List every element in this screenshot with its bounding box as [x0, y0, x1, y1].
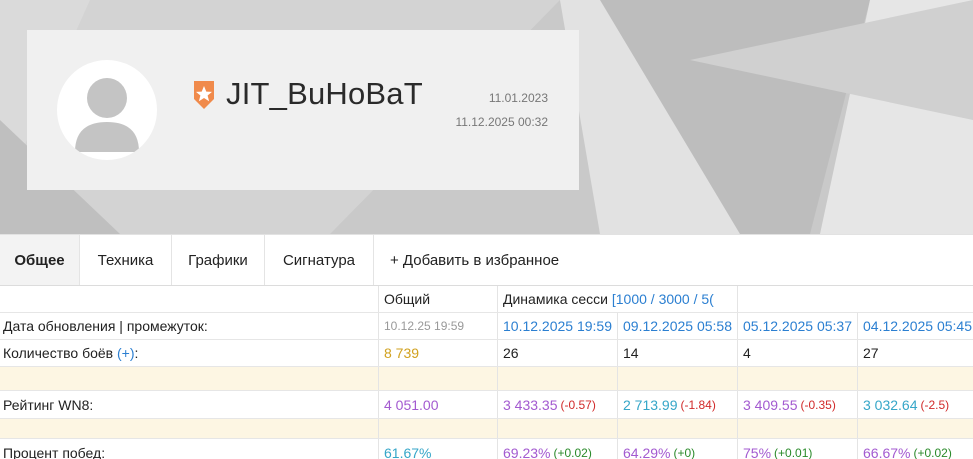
player-nickname: JIT_BuHoBaT [226, 76, 423, 111]
winrate-delta: (+0.02) [553, 445, 592, 459]
profile-banner: JIT_BuHoBaT 11.01.2023 11.12.2025 00:32 [0, 0, 973, 234]
wn8-delta: (-2.5) [920, 397, 950, 412]
winrate-value: 75% [743, 444, 772, 459]
profile-card: JIT_BuHoBaT 11.01.2023 11.12.2025 00:32 [27, 30, 579, 190]
spacer-cell [858, 367, 973, 390]
table-row-battles: Количество боёв (+): 8 739 26 14 4 27 [0, 340, 973, 367]
header-dynamics-label: Динамика сесси [503, 291, 608, 307]
wn8-value: 3 032.64 [863, 396, 918, 413]
table-spacer-row [0, 367, 973, 391]
wn8-value: 3 433.35 [503, 396, 558, 413]
table-spacer-row [0, 419, 973, 439]
wn8-delta: (-1.84) [680, 397, 716, 412]
wn8-delta: (-0.35) [800, 397, 836, 412]
session-battles: 26 [498, 340, 618, 366]
spacer-cell [0, 367, 379, 390]
session-battles: 14 [618, 340, 738, 366]
winrate-delta: (+0) [673, 445, 696, 459]
winrate-value: 69.23% [503, 444, 551, 459]
session-battles: 27 [863, 345, 879, 361]
session-wn8: 3 032.64 (-2.5) [858, 391, 973, 418]
session-wn8: 2 713.99 (-1.84) [618, 391, 738, 418]
wn8-delta: (-0.57) [560, 397, 596, 412]
session-winrate: 69.23% (+0.02) [498, 439, 618, 459]
spacer-cell [498, 367, 618, 390]
wn8-value: 3 409.55 [743, 396, 798, 413]
row-label: Количество боёв (+): [0, 340, 379, 366]
battles-label: Количество боёв [3, 345, 114, 361]
winrate-delta: (+0.02) [913, 445, 952, 459]
session-update-date[interactable]: 05.12.2025 05:37 [738, 313, 858, 339]
table-row-update: Дата обновления | промежуток: 10.12.25 1… [0, 313, 973, 340]
session-winrate: 64.29% (+0) [618, 439, 738, 459]
row-label: Дата обновления | промежуток: [0, 313, 379, 339]
row-label: Процент побед: [0, 439, 379, 459]
table-row-winrate: Процент побед: 61.67% 69.23% (+0.02) 64.2… [0, 439, 973, 459]
spacer-cell [618, 367, 738, 390]
tab-general[interactable]: Общее [0, 235, 80, 285]
table-header-row: Общий Динамика сесси [1000 / 3000 / 5( [0, 286, 973, 313]
overall-battles: 8 739 [379, 340, 498, 366]
wn8-value: 2 713.99 [623, 396, 678, 413]
winrate-value: 66.67% [863, 444, 911, 459]
battles-expand-link[interactable]: (+) [117, 345, 135, 361]
spacer-cell [738, 367, 858, 390]
spacer-cell [498, 419, 618, 438]
session-wn8: 3 409.55 (-0.35) [738, 391, 858, 418]
spacer-cell [0, 419, 379, 438]
session-winrate: 66.67% (+0.02) [858, 439, 973, 459]
spacer-cell [738, 419, 858, 438]
profile-tabs: Общее Техника Графики Сигнатура + Добави… [0, 234, 973, 286]
session-update-date[interactable]: 09.12.2025 05:58 [618, 313, 738, 339]
tab-signature[interactable]: Сигнатура [265, 235, 374, 285]
battles-label-colon: : [134, 345, 139, 361]
last-battle-date: 11.12.2025 00:32 [455, 115, 548, 129]
spacer-cell [379, 419, 498, 438]
session-winrate: 75% (+0.01) [738, 439, 858, 459]
header-label-cell [0, 286, 379, 312]
session-update-date[interactable]: 10.12.2025 19:59 [498, 313, 618, 339]
stats-table: Общий Динамика сесси [1000 / 3000 / 5( Д… [0, 286, 973, 459]
spacer-cell [379, 367, 498, 390]
winrate-value: 64.29% [623, 444, 671, 459]
star-shield-badge-icon [192, 79, 216, 111]
header-overall: Общий [379, 286, 498, 312]
spacer-cell [618, 419, 738, 438]
header-session-dynamics: Динамика сесси [1000 / 3000 / 5( [498, 286, 738, 312]
winrate-delta: (+0.01) [774, 445, 813, 459]
session-wn8: 3 433.35 (-0.57) [498, 391, 618, 418]
tab-vehicles[interactable]: Техника [80, 235, 172, 285]
overall-winrate: 61.67% [379, 439, 498, 459]
account-created-date: 11.01.2023 [488, 91, 548, 105]
session-ranges-link[interactable]: [1000 / 3000 / 5( [612, 291, 714, 307]
table-row-wn8: Рейтинг WN8: 4 051.00 3 433.35 (-0.57) 2 … [0, 391, 973, 419]
session-battles: 4 [738, 340, 858, 366]
tab-charts[interactable]: Графики [172, 235, 265, 285]
add-to-favorites-button[interactable]: + Добавить в избранное [374, 235, 594, 285]
row-label: Рейтинг WN8: [0, 391, 379, 418]
session-update-date[interactable]: 04.12.2025 05:45 [858, 313, 973, 339]
spacer-cell [858, 419, 973, 438]
overall-update-date: 10.12.25 19:59 [379, 313, 498, 339]
overall-wn8: 4 051.00 [379, 391, 498, 418]
default-user-avatar-icon [57, 60, 157, 160]
